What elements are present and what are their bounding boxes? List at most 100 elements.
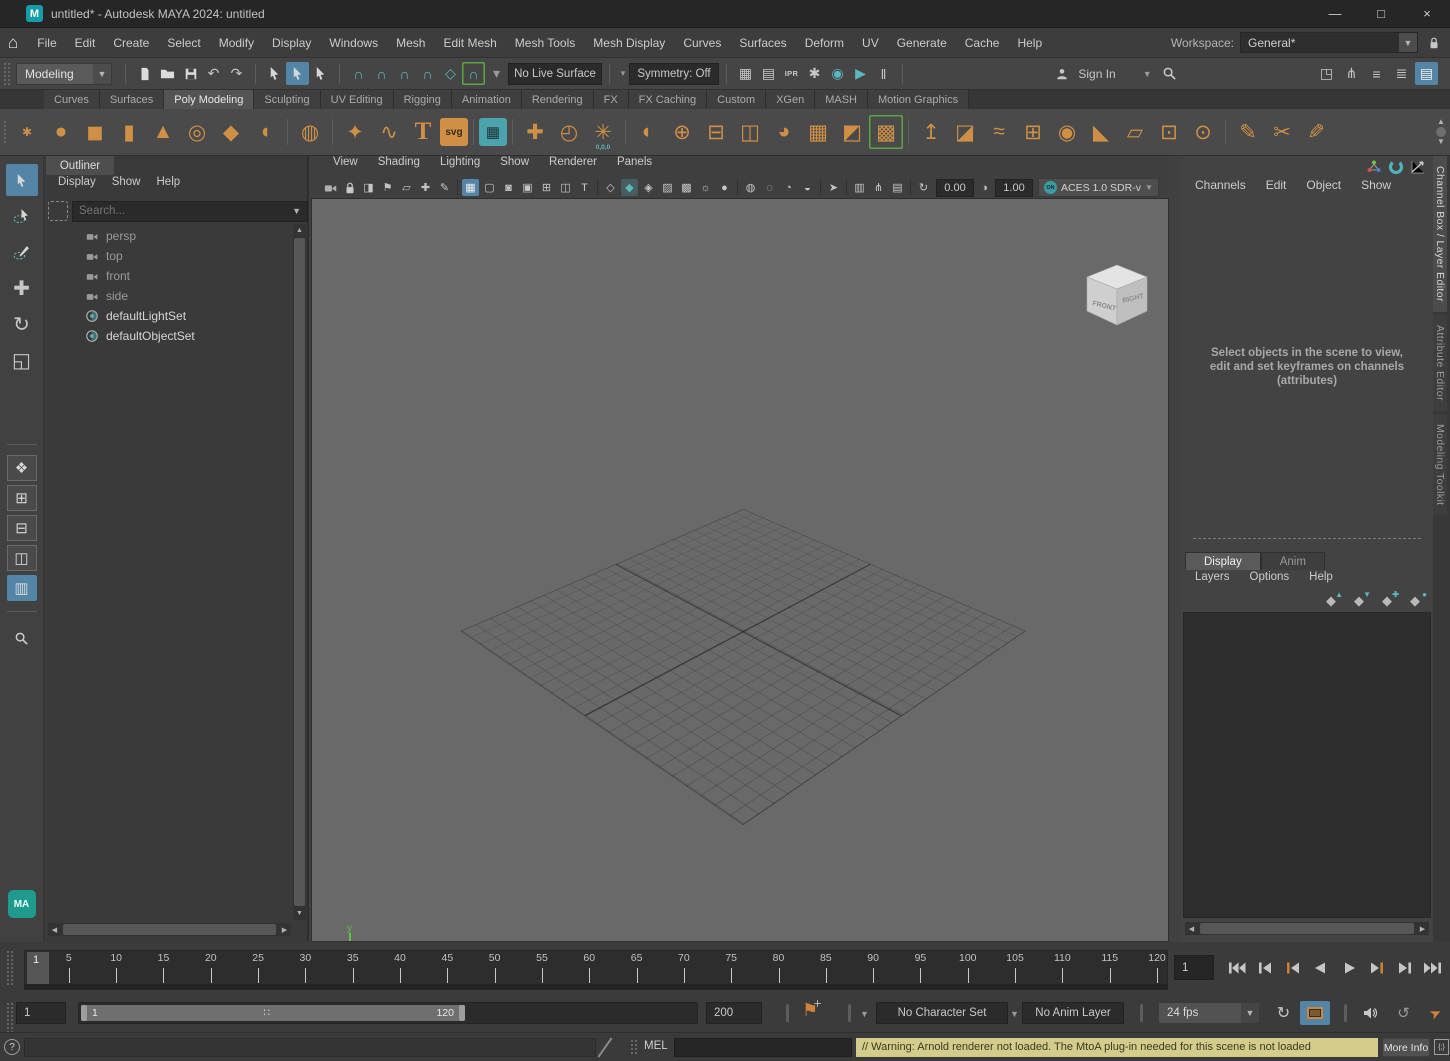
move-tool-icon[interactable]: ✚ (6, 272, 38, 304)
current-frame-indicator[interactable]: 1 (27, 952, 49, 988)
home-icon[interactable]: ⌂ (8, 33, 18, 53)
motion-blur-icon[interactable]: ◌ (761, 179, 778, 196)
animation-start-field[interactable]: 1 (16, 1002, 66, 1024)
helix-icon[interactable]: ∿ (372, 115, 406, 149)
chevron-down-icon[interactable]: ▼ (93, 64, 111, 84)
xyz-axes-icon[interactable] (1365, 158, 1383, 176)
mute-audio-icon[interactable] (1358, 1002, 1381, 1025)
pause-viewport-icon[interactable]: ‖ (872, 62, 895, 85)
outliner-title[interactable]: Outliner (46, 156, 114, 175)
outliner-vscrollbar[interactable]: ▲ ▼ (293, 224, 306, 920)
channel-box-menu-object[interactable]: Object (1296, 178, 1351, 192)
live-surface-field[interactable]: No Live Surface (508, 63, 602, 85)
shelf-tab-poly-modeling[interactable]: Poly Modeling (164, 90, 254, 109)
menu-windows[interactable]: Windows (320, 36, 387, 50)
menu-surfaces[interactable]: Surfaces (730, 36, 795, 50)
outliner-menu-help[interactable]: Help (149, 176, 189, 196)
zoom-tool-icon[interactable] (6, 622, 38, 654)
poly-disc-icon[interactable]: ◖ (248, 115, 282, 149)
reduce-icon[interactable]: ◩ (835, 115, 869, 149)
drag-grip[interactable] (3, 62, 12, 86)
add-bookmark-icon[interactable]: ⚑＋ (802, 1000, 818, 1021)
circularize-icon[interactable]: ◉ (1050, 115, 1084, 149)
field-chart-icon[interactable]: ⊞ (538, 179, 555, 196)
poly-sphere-icon[interactable]: ● (44, 115, 78, 149)
outliner-item-defaultObjectSet[interactable]: defaultObjectSet (44, 326, 293, 346)
symmetry-field[interactable]: Symmetry: Off (629, 63, 719, 85)
poly-torus-icon[interactable]: ◎ (180, 115, 214, 149)
shelf-tab-fx-caching[interactable]: FX Caching (629, 90, 707, 109)
shelf-tab-animation[interactable]: Animation (452, 90, 522, 109)
merge-icon[interactable]: ⊞ (1016, 115, 1050, 149)
scroll-down-icon[interactable]: ▼ (293, 907, 306, 920)
super-ellipse-icon[interactable]: ✦ (338, 115, 372, 149)
quadrangulate-icon[interactable]: ▱ (1118, 115, 1152, 149)
gamma-icon[interactable]: ◑ (978, 179, 991, 196)
viewport-menu-lighting[interactable]: Lighting (430, 156, 490, 176)
transform-component-icon[interactable]: ⊡ (1152, 115, 1186, 149)
outliner-menu-display[interactable]: Display (50, 176, 104, 196)
range-end-handle[interactable] (459, 1005, 465, 1021)
show-manipulator-icon[interactable]: ✚ (518, 115, 552, 149)
current-frame-field[interactable]: 1 (1174, 955, 1214, 980)
graph-icon[interactable] (1409, 158, 1427, 176)
select-hierarchy-icon[interactable] (263, 62, 286, 85)
gamma-field[interactable]: 1.00 (995, 179, 1033, 197)
smooth-icon[interactable]: ◕ (767, 115, 801, 149)
workspace-lock-icon[interactable] (1424, 31, 1444, 54)
exposure-icon[interactable]: ↻ (915, 179, 932, 196)
ipr-render-icon[interactable]: IPR (780, 62, 803, 85)
drag-grip[interactable] (3, 120, 6, 144)
range-slider-track[interactable]: 1 ∷ 120 (78, 1002, 698, 1024)
anim-layer-caret-icon[interactable]: ▼ (1010, 1009, 1019, 1019)
use-default-material-icon[interactable]: ▩ (678, 179, 695, 196)
quad-draw-icon[interactable]: ✎ (1299, 115, 1333, 149)
grid-toggle-icon[interactable]: ▦ (462, 179, 479, 196)
viewport-menu-show[interactable]: Show (490, 156, 539, 176)
scale-tool-icon[interactable]: ◱ (6, 344, 38, 376)
shelf-tab-rigging[interactable]: Rigging (394, 90, 452, 109)
render-view-icon[interactable]: ▦ (734, 62, 757, 85)
shelf-tab-surfaces[interactable]: Surfaces (100, 90, 164, 109)
side-tab-channel-box-layer-editor[interactable]: Channel Box / Layer Editor (1433, 156, 1447, 312)
poly-cube-icon[interactable]: ◼ (78, 115, 112, 149)
poly-cone-icon[interactable]: ▲ (146, 115, 180, 149)
lock-camera-icon[interactable] (341, 179, 358, 196)
chevron-down-icon[interactable]: ▼ (1241, 1003, 1259, 1023)
make-live-icon[interactable]: ∩ (462, 62, 485, 85)
triangulate-icon[interactable]: ◣ (1084, 115, 1118, 149)
shelf-tab-custom[interactable]: Custom (707, 90, 766, 109)
shelf-scroll-knob[interactable] (1436, 127, 1446, 137)
safe-title-icon[interactable]: T (576, 179, 593, 196)
help-icon[interactable]: ? (4, 1039, 20, 1055)
view-transform-select[interactable]: ON ACES 1.0 SDR-v ▼ (1038, 178, 1159, 197)
more-info-button[interactable]: More Info (1382, 1038, 1430, 1057)
playback-speed-icon[interactable]: ↺ (1392, 1002, 1415, 1025)
auto-key-icon[interactable] (1387, 158, 1405, 176)
viewport-menu-view[interactable]: View (323, 156, 368, 176)
bevel-icon[interactable]: ◪ (948, 115, 982, 149)
content-browser-icon[interactable] (1158, 62, 1181, 85)
bridge-icon[interactable]: ≈ (982, 115, 1016, 149)
layer-tab-anim[interactable]: Anim (1261, 552, 1325, 570)
combine-icon[interactable]: ⊕ (665, 115, 699, 149)
scroll-right-icon[interactable]: ▶ (1416, 922, 1429, 935)
rotate-tool-icon[interactable]: ↻ (6, 308, 38, 340)
render-current-frame-icon[interactable]: ▤ (757, 62, 780, 85)
layout-four-diamond-icon[interactable]: ❖ (7, 455, 37, 481)
wireframe-icon[interactable]: ◇ (602, 179, 619, 196)
shelf-tab-curves[interactable]: Curves (44, 90, 100, 109)
menu-select[interactable]: Select (158, 36, 209, 50)
wireframe-on-shaded-icon[interactable]: ◈ (640, 179, 657, 196)
layer-menu-layers[interactable]: Layers (1185, 571, 1240, 583)
live-surface-caret-icon[interactable]: ▾ (485, 62, 508, 85)
shelf-tab-xgen[interactable]: XGen (766, 90, 815, 109)
script-editor-icon[interactable]: {;} (1434, 1039, 1449, 1055)
menu-uv[interactable]: UV (853, 36, 888, 50)
shelf-tab-uv-editing[interactable]: UV Editing (321, 90, 394, 109)
outliner-item-top[interactable]: top (44, 246, 293, 266)
time-slider[interactable]: 5101520253035404550556065707580859095100… (24, 950, 1168, 990)
symmetry-caret-icon[interactable]: ▾ (617, 62, 629, 85)
textured-icon[interactable]: ▨ (659, 179, 676, 196)
paint-selection-tool-icon[interactable] (6, 236, 38, 268)
